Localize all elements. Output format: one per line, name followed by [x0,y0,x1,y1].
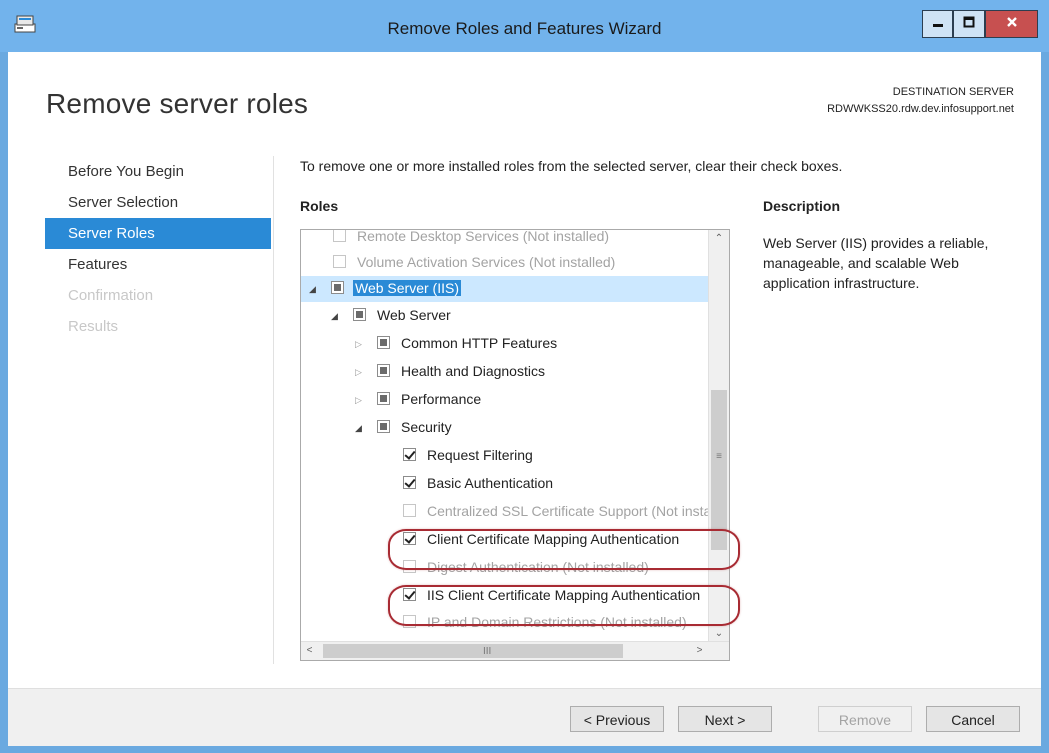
role-checkbox[interactable] [377,392,390,405]
wizard-window: Remove Roles and Features Wizard Remove … [0,0,1049,753]
tree-row[interactable]: ◢ Web Server [301,303,708,329]
expand-icon[interactable]: ▷ [355,338,365,350]
expand-icon[interactable]: ▷ [355,366,365,378]
instruction-text: To remove one or more installed roles fr… [300,158,843,174]
role-checkbox [403,504,416,517]
role-label: Web Server [377,307,451,323]
nav-item-label: Server Roles [68,225,155,242]
collapse-icon[interactable]: ◢ [355,422,365,434]
tree-row[interactable]: Volume Activation Services (Not installe… [301,250,708,276]
horizontal-scrollbar[interactable]: < III > [301,641,729,660]
vertical-scrollbar[interactable]: ⌃ ≡ ⌄ [708,230,729,642]
nav-item-label: Confirmation [68,287,154,304]
wizard-nav: Before You Begin Server Selection Server… [45,156,271,342]
nav-item-label: Features [68,256,128,273]
collapse-icon[interactable]: ◢ [331,310,341,322]
scroll-grip-icon: III [483,646,492,657]
role-checkbox [333,255,346,268]
scroll-up-icon[interactable]: ⌃ [709,230,729,247]
nav-item-label: Server Selection [68,194,179,211]
tree-row[interactable]: Request Filtering [301,443,708,469]
tree-row[interactable]: Basic Authentication [301,471,708,497]
maximize-button[interactable] [953,10,985,38]
remove-button: Remove [818,706,912,732]
destination-server-name: RDWWKSS20.rdw.dev.infosupport.net [827,103,1014,115]
nav-item-server-roles[interactable]: Server Roles [45,218,271,249]
annotation-ellipse [388,529,740,570]
cancel-button[interactable]: Cancel [926,706,1020,732]
role-checkbox [333,230,346,242]
role-checkbox[interactable] [377,420,390,433]
role-checkbox[interactable] [377,364,390,377]
title-bar[interactable]: Remove Roles and Features Wizard [0,0,1049,52]
role-label: Security [401,419,452,435]
close-button[interactable] [985,10,1038,38]
role-label: Common HTTP Features [401,335,558,351]
nav-divider [273,156,274,664]
nav-item-label: Results [68,318,119,335]
role-checkbox[interactable] [377,336,390,349]
nav-item-before-you-begin[interactable]: Before You Begin [45,156,271,187]
role-label: Performance [401,391,482,407]
tree-row[interactable]: Centralized SSL Certificate Support (Not… [301,499,708,525]
role-label: Volume Activation Services (Not installe… [357,254,616,270]
maximize-icon [963,15,975,33]
nav-item-features[interactable]: Features [45,249,271,280]
role-label: Request Filtering [427,447,533,463]
role-label: Health and Diagnostics [401,363,545,379]
description-heading: Description [763,198,841,214]
role-checkbox[interactable] [353,308,366,321]
role-checkbox[interactable] [331,281,344,294]
expand-icon[interactable]: ▷ [355,394,365,406]
scroll-right-icon[interactable]: > [691,642,708,660]
wizard-client-area: Remove server roles DESTINATION SERVER R… [8,52,1041,746]
nav-item-server-selection[interactable]: Server Selection [45,187,271,218]
tree-row[interactable]: ▷ Common HTTP Features [301,331,708,357]
roles-tree-rows: Remote Desktop Services (Not installed) V… [301,230,708,642]
description-text: Web Server (IIS) provides a reliable, ma… [763,235,989,291]
nav-item-label: Before You Begin [68,163,184,180]
horizontal-scroll-thumb[interactable]: III [323,644,623,658]
role-checkbox[interactable] [403,476,416,489]
next-button[interactable]: Next > [678,706,772,732]
role-label: Basic Authentication [427,475,554,491]
tree-row[interactable]: ◢ Security [301,415,708,441]
role-checkbox[interactable] [403,448,416,461]
wizard-footer: < Previous Next > Remove Cancel [8,688,1041,746]
role-label: Remote Desktop Services (Not installed) [357,230,610,244]
close-icon [1006,15,1018,33]
scroll-down-icon[interactable]: ⌄ [709,625,729,642]
page-title: Remove server roles [46,88,309,119]
scroll-grip-icon: ≡ [716,451,722,462]
tree-row[interactable]: Remote Desktop Services (Not installed) [301,230,708,250]
window-title: Remove Roles and Features Wizard [387,19,662,38]
scroll-left-icon[interactable]: < [301,642,318,660]
tree-row[interactable]: ▷ Health and Diagnostics [301,359,708,385]
annotation-ellipse [388,585,740,626]
minimize-icon [932,15,944,33]
role-label: Centralized SSL Certificate Support (Not… [427,503,708,519]
nav-item-results: Results [45,311,271,342]
minimize-button[interactable] [922,10,953,38]
nav-item-confirmation: Confirmation [45,280,271,311]
vertical-scroll-thumb[interactable] [711,390,727,550]
collapse-icon[interactable]: ◢ [309,283,319,295]
previous-button[interactable]: < Previous [570,706,664,732]
tree-row[interactable]: ▷ Performance [301,387,708,413]
role-label: Web Server (IIS) [353,280,461,296]
tree-row[interactable]: ◢ Web Server (IIS) [301,276,708,302]
destination-server-label: DESTINATION SERVER [892,86,1014,98]
roles-heading: Roles [300,198,339,214]
